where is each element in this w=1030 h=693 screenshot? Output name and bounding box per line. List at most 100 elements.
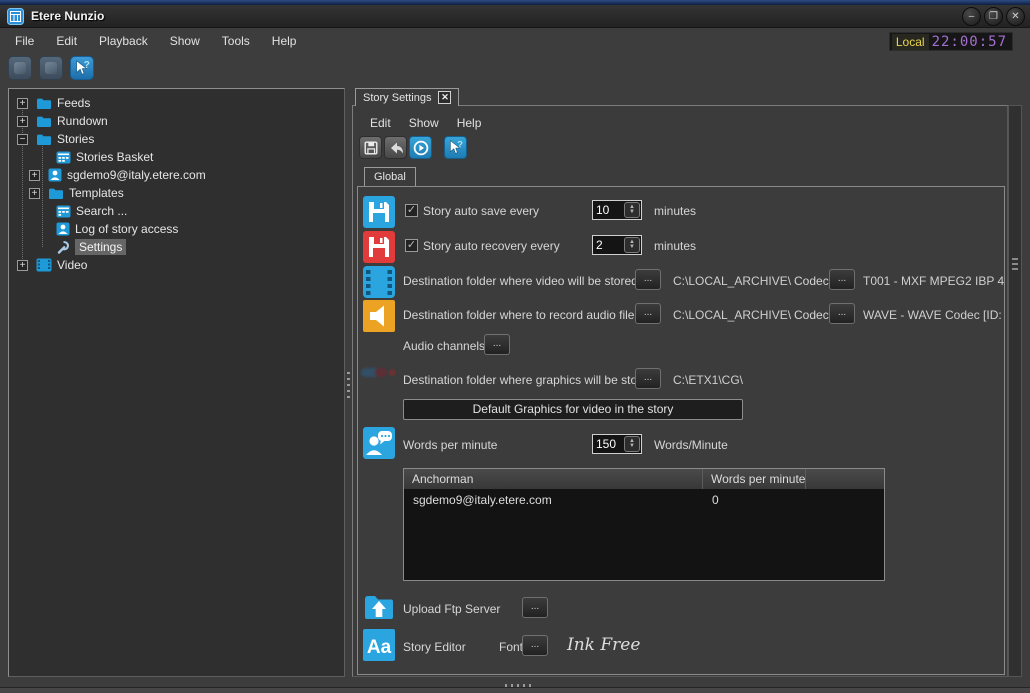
font-browse-button[interactable]: ... (522, 635, 548, 656)
save-button[interactable] (359, 136, 382, 159)
context-help-button[interactable]: ? (444, 136, 467, 159)
global-settings-group: ✓ Story auto save every 10 ▲▼ minutes ✓ … (357, 186, 1005, 675)
autorecovery-label: Story auto recovery every (423, 239, 560, 253)
column-header-wpm[interactable]: Words per minute (703, 469, 806, 489)
main-menubar: File Edit Playback Show Tools Help (4, 31, 307, 51)
expand-icon[interactable]: + (29, 170, 40, 181)
bottom-edge (0, 687, 1030, 693)
autosave-minutes-stepper[interactable]: 10 ▲▼ (592, 200, 642, 220)
tab-global[interactable]: Global (364, 167, 416, 186)
audio-codec-browse-button[interactable]: ... (829, 303, 855, 324)
restore-button[interactable]: ❐ (984, 7, 1003, 26)
autosave-checkbox[interactable]: ✓ (405, 204, 418, 217)
horizontal-splitter-grip[interactable] (505, 684, 531, 687)
autorecovery-minutes-stepper[interactable]: 2 ▲▼ (592, 235, 642, 255)
column-header-anchorman[interactable]: Anchorman (404, 469, 703, 489)
undo-button[interactable] (384, 136, 407, 159)
panel-menu-show[interactable]: Show (400, 114, 448, 132)
context-help-button[interactable]: ? (70, 56, 94, 80)
vertical-splitter-grip[interactable] (347, 372, 350, 402)
tab-story-settings[interactable]: Story Settings ✕ (355, 88, 459, 106)
menu-file[interactable]: File (4, 31, 45, 51)
video-codec-value: T001 - MXF MPEG2 IBP 422 50 I (863, 274, 1005, 288)
tree-item-video[interactable]: + Video (9, 256, 344, 274)
default-graphics-button[interactable]: Default Graphics for video in the story (403, 399, 743, 420)
story-settings-panel: Edit Show Help (352, 105, 1008, 677)
ftp-browse-button[interactable]: ... (522, 597, 548, 618)
expand-icon[interactable]: + (17, 98, 28, 109)
menu-playback[interactable]: Playback (88, 31, 159, 51)
menu-edit[interactable]: Edit (45, 31, 88, 51)
tool-button-1[interactable] (8, 56, 32, 80)
tree-item-stories[interactable]: − Stories (9, 130, 344, 148)
autorecovery-value[interactable]: 2 (593, 238, 623, 252)
clock-time: 22:00:57 (929, 34, 1010, 50)
font-value: Ink Free (567, 635, 640, 655)
table-row[interactable]: sgdemo9@italy.etere.com 0 (404, 489, 884, 511)
spinner-arrows-icon[interactable]: ▲▼ (624, 237, 640, 253)
audio-folder-browse-button[interactable]: ... (635, 303, 661, 324)
tree-item-rundown[interactable]: + Rundown (9, 112, 344, 130)
minimize-button[interactable]: – (962, 7, 981, 26)
tree-item-anchorman-account[interactable]: + sgdemo9@italy.etere.com (9, 166, 344, 184)
folder-icon (36, 97, 52, 110)
expand-icon[interactable]: + (29, 188, 40, 199)
autosave-value[interactable]: 10 (593, 203, 623, 217)
dim-glyph-icon (45, 62, 57, 74)
menu-tools[interactable]: Tools (211, 31, 261, 51)
tree-item-templates[interactable]: + Templates (9, 184, 344, 202)
tree-item-label: Templates (69, 186, 124, 200)
graphics-cg-icon (361, 366, 397, 380)
tree-item-label: Rundown (57, 114, 108, 128)
column-header-blank[interactable] (806, 469, 884, 489)
main-toolbar: ? (8, 56, 94, 80)
autorecovery-checkbox[interactable]: ✓ (405, 239, 418, 252)
tab-close-icon[interactable]: ✕ (438, 91, 451, 104)
tool-button-2[interactable] (39, 56, 63, 80)
autosave-unit: minutes (654, 204, 696, 218)
autorecovery-floppy-icon (363, 231, 395, 263)
wpm-unit: Words/Minute (654, 438, 728, 452)
tree-item-label: Stories (57, 132, 94, 146)
playback-button[interactable] (409, 136, 432, 159)
tree-item-search[interactable]: Search ... (9, 202, 344, 220)
wpm-value[interactable]: 150 (593, 437, 623, 451)
collapsed-side-strip[interactable] (1008, 105, 1022, 677)
side-strip-grip[interactable] (1012, 258, 1018, 272)
menu-help[interactable]: Help (261, 31, 308, 51)
graphics-folder-browse-button[interactable]: ... (635, 368, 661, 389)
menu-show[interactable]: Show (159, 31, 211, 51)
search-grid-icon (56, 205, 71, 218)
collapse-icon[interactable]: − (17, 134, 28, 145)
audio-channels-browse-button[interactable]: ... (484, 334, 510, 355)
panel-toolbar: ? (359, 136, 467, 159)
tree-item-log-of-story-access[interactable]: Log of story access (9, 220, 344, 238)
expand-icon[interactable]: + (17, 260, 28, 271)
anchorman-table: Anchorman Words per minute sgdemo9@italy… (403, 468, 885, 581)
tree-item-label: Feeds (57, 96, 90, 110)
video-folder-browse-button[interactable]: ... (635, 269, 661, 290)
story-editor-label: Story Editor (403, 640, 466, 654)
tree-item-feeds[interactable]: + Feeds (9, 94, 344, 112)
tree-item-stories-basket[interactable]: Stories Basket (9, 148, 344, 166)
expand-icon[interactable]: + (17, 116, 28, 127)
basket-grid-icon (56, 151, 71, 164)
audio-codec-value: WAVE - WAVE Codec [ID: 35] (863, 308, 1005, 322)
wpm-stepper[interactable]: 150 ▲▼ (592, 434, 642, 454)
audio-folder-label: Destination folder where to record audio… (403, 308, 634, 322)
video-codec-browse-button[interactable]: ... (829, 269, 855, 290)
tree-item-settings[interactable]: Settings (9, 238, 344, 256)
panel-menu-help[interactable]: Help (448, 114, 491, 132)
spinner-arrows-icon[interactable]: ▲▼ (624, 202, 640, 218)
app-window: Etere Nunzio – ❐ ✕ File Edit Playback Sh… (0, 0, 1030, 693)
close-button[interactable]: ✕ (1006, 7, 1025, 26)
spinner-arrows-icon[interactable]: ▲▼ (624, 436, 640, 452)
titlebar[interactable]: Etere Nunzio – ❐ ✕ (0, 5, 1030, 28)
panel-menu-edit[interactable]: Edit (361, 114, 400, 132)
tree-item-label: Search ... (76, 204, 127, 218)
video-folder-label: Destination folder where video will be s… (403, 274, 638, 288)
save-floppy-icon (363, 140, 379, 156)
font-aa-icon: Aa (363, 629, 395, 661)
anchorman-table-header[interactable]: Anchorman Words per minute (404, 469, 884, 489)
tree-item-label: Settings (75, 239, 126, 255)
